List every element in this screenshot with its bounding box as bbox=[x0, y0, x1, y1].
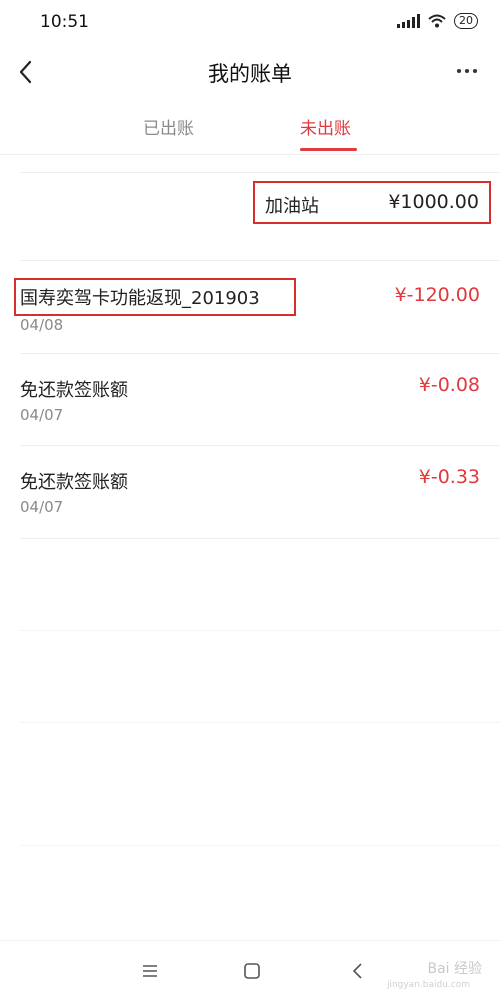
transaction-name: 免还款签账额 bbox=[20, 380, 128, 401]
more-options-icon[interactable] bbox=[454, 60, 480, 82]
app-header: 我的账单 bbox=[0, 44, 500, 100]
transaction-amount: ¥-0.33 bbox=[418, 466, 480, 488]
divider bbox=[20, 172, 500, 173]
system-nav-bar bbox=[0, 940, 500, 1001]
transaction-amount: ¥-0.08 bbox=[418, 374, 480, 396]
tab-billed[interactable]: 已出账 bbox=[143, 114, 194, 139]
transaction-date: 04/07 bbox=[20, 498, 64, 516]
transaction-date: 04/07 bbox=[20, 406, 64, 424]
highlight-entry-name: 加油站 bbox=[265, 196, 319, 217]
page-title: 我的账单 bbox=[208, 62, 292, 86]
watermark: Bai 经验 bbox=[427, 961, 482, 977]
transaction-date: 04/08 bbox=[20, 316, 64, 334]
transaction-name: 免还款签账额 bbox=[20, 472, 128, 493]
wifi-icon bbox=[428, 14, 446, 28]
bill-tabs: 已出账 未出账 bbox=[0, 100, 500, 155]
highlight-entry[interactable]: 加油站 ¥1000.00 bbox=[253, 181, 491, 224]
status-time: 10:51 bbox=[40, 12, 89, 32]
tab-unbilled[interactable]: 未出账 bbox=[300, 114, 351, 139]
divider bbox=[20, 630, 500, 631]
transaction-row[interactable]: 国寿奕驾卡功能返现_201903 04/08 ¥-120.00 bbox=[0, 262, 500, 352]
home-icon[interactable] bbox=[240, 959, 264, 983]
transaction-row[interactable]: 免还款签账额 04/07 ¥-0.33 bbox=[0, 446, 500, 536]
battery-icon: 20 bbox=[454, 13, 478, 29]
status-bar: 10:51 20 bbox=[0, 0, 500, 44]
signal-icon bbox=[397, 14, 420, 28]
transaction-amount: ¥-120.00 bbox=[394, 284, 480, 306]
back-icon[interactable] bbox=[346, 959, 370, 983]
status-icons: 20 bbox=[397, 13, 478, 29]
watermark-url: jingyan.baidu.com bbox=[386, 980, 470, 990]
divider bbox=[20, 538, 500, 539]
transaction-name: 国寿奕驾卡功能返现_201903 bbox=[20, 288, 260, 309]
divider bbox=[20, 722, 500, 723]
transaction-row[interactable]: 免还款签账额 04/07 ¥-0.08 bbox=[0, 354, 500, 444]
active-tab-indicator bbox=[300, 148, 357, 151]
menu-icon[interactable] bbox=[138, 959, 162, 983]
divider bbox=[20, 845, 500, 846]
highlight-entry-amount: ¥1000.00 bbox=[388, 191, 479, 213]
divider bbox=[20, 260, 500, 261]
